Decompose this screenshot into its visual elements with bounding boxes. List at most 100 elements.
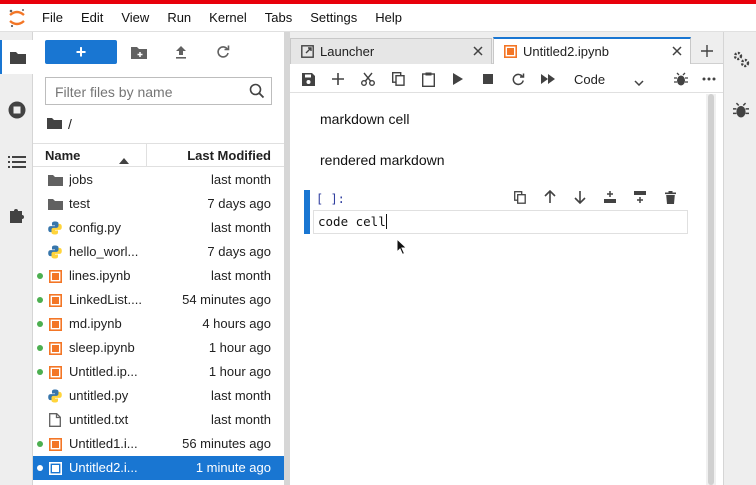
left-sidebar-tabs bbox=[0, 32, 33, 485]
file-modified: 4 hours ago bbox=[202, 316, 271, 331]
cell-type-select[interactable]: Code bbox=[574, 69, 658, 89]
main-dock-area: Launcher Untitled2.ipynb Code markdown c… bbox=[290, 32, 723, 485]
running-indicator bbox=[37, 369, 43, 375]
fast-forward-icon[interactable] bbox=[537, 69, 559, 89]
close-icon[interactable] bbox=[472, 45, 484, 57]
folder-icon[interactable] bbox=[0, 40, 33, 74]
code-cell[interactable]: [ ]: code cell bbox=[304, 190, 688, 234]
notebook-scrollbar[interactable] bbox=[706, 94, 716, 485]
file-row[interactable]: hello_worl... 7 days ago bbox=[33, 240, 284, 264]
running-indicator bbox=[37, 441, 43, 447]
running-indicator bbox=[37, 321, 43, 327]
insert-below-icon[interactable] bbox=[630, 186, 650, 208]
menu-view[interactable]: View bbox=[112, 4, 158, 32]
file-row[interactable]: Untitled.ip... 1 hour ago bbox=[33, 360, 284, 384]
file-name: md.ipynb bbox=[69, 316, 122, 331]
notebook-icon bbox=[47, 364, 63, 380]
running-icon[interactable] bbox=[0, 93, 33, 127]
file-row[interactable]: jobs last month bbox=[33, 168, 284, 192]
file-name: sleep.ipynb bbox=[69, 340, 135, 355]
menu-file[interactable]: File bbox=[33, 4, 72, 32]
copy-icon[interactable] bbox=[387, 69, 409, 89]
code-editor[interactable]: code cell bbox=[313, 210, 688, 234]
menu-settings[interactable]: Settings bbox=[301, 4, 366, 32]
file-name: Untitled2.i... bbox=[69, 460, 138, 475]
menu-tabs[interactable]: Tabs bbox=[256, 4, 301, 32]
property-inspector-icon[interactable] bbox=[724, 42, 756, 76]
restart-icon[interactable] bbox=[507, 69, 529, 89]
markdown-cell[interactable]: rendered markdown bbox=[320, 152, 445, 168]
tab-launcher[interactable]: Launcher bbox=[290, 38, 492, 64]
file-row[interactable]: lines.ipynb last month bbox=[33, 264, 284, 288]
markdown-cell[interactable]: markdown cell bbox=[320, 111, 409, 127]
file-modified: last month bbox=[211, 172, 271, 187]
text-file-icon bbox=[47, 412, 63, 428]
scrollbar-thumb[interactable] bbox=[708, 94, 714, 485]
file-row[interactable]: Untitled1.i... 56 minutes ago bbox=[33, 432, 284, 456]
add-tab-icon[interactable] bbox=[694, 38, 720, 64]
file-name: test bbox=[69, 196, 90, 211]
search-icon[interactable] bbox=[249, 83, 265, 102]
new-folder-icon[interactable] bbox=[128, 42, 150, 62]
home-folder-icon[interactable] bbox=[47, 116, 62, 132]
text-cursor bbox=[385, 214, 387, 229]
file-modified: 56 minutes ago bbox=[182, 436, 271, 451]
move-down-icon[interactable] bbox=[570, 186, 590, 208]
menu-edit[interactable]: Edit bbox=[72, 4, 112, 32]
cut-icon[interactable] bbox=[357, 69, 379, 89]
active-cell-indicator bbox=[304, 190, 310, 234]
file-row[interactable]: untitled.py last month bbox=[33, 384, 284, 408]
save-icon[interactable] bbox=[297, 69, 319, 89]
paste-icon[interactable] bbox=[417, 69, 439, 89]
notebook-icon bbox=[47, 316, 63, 332]
python-icon bbox=[47, 388, 63, 404]
breadcrumb-root[interactable]: / bbox=[68, 116, 72, 132]
code-text: code cell bbox=[318, 214, 387, 229]
breadcrumb: / bbox=[47, 114, 72, 134]
file-row[interactable]: md.ipynb 4 hours ago bbox=[33, 312, 284, 336]
folder-icon bbox=[47, 172, 63, 188]
file-row[interactable]: config.py last month bbox=[33, 216, 284, 240]
menu-kernel[interactable]: Kernel bbox=[200, 4, 256, 32]
toc-icon[interactable] bbox=[0, 145, 33, 179]
tab-untitled2[interactable]: Untitled2.ipynb bbox=[493, 37, 691, 64]
close-icon[interactable] bbox=[671, 45, 683, 57]
filter-files-input[interactable] bbox=[55, 83, 240, 101]
delete-cell-icon[interactable] bbox=[660, 186, 680, 208]
new-launcher-button[interactable]: + bbox=[45, 40, 117, 64]
tab-launcher-label: Launcher bbox=[320, 44, 375, 59]
jupyter-logo-icon bbox=[0, 4, 33, 32]
file-name: Untitled.ip... bbox=[69, 364, 138, 379]
menu-run[interactable]: Run bbox=[158, 4, 200, 32]
move-up-icon[interactable] bbox=[540, 186, 560, 208]
file-row[interactable]: Untitled2.i... 1 minute ago bbox=[33, 456, 284, 480]
cell-toolbar bbox=[510, 186, 680, 208]
file-row[interactable]: untitled.txt last month bbox=[33, 408, 284, 432]
debugger-icon[interactable] bbox=[670, 69, 692, 89]
notebook-icon bbox=[47, 340, 63, 356]
python-icon bbox=[47, 244, 63, 260]
file-row[interactable]: sleep.ipynb 1 hour ago bbox=[33, 336, 284, 360]
file-row[interactable]: LinkedList.... 54 minutes ago bbox=[33, 288, 284, 312]
more-icon[interactable] bbox=[698, 69, 720, 89]
run-icon[interactable] bbox=[447, 69, 469, 89]
column-divider[interactable] bbox=[146, 144, 147, 166]
menu-help[interactable]: Help bbox=[366, 4, 411, 32]
duplicate-cell-icon[interactable] bbox=[510, 186, 530, 208]
running-indicator bbox=[37, 273, 43, 279]
file-name: untitled.txt bbox=[69, 412, 129, 427]
stop-icon[interactable] bbox=[477, 69, 499, 89]
last-modified-column-header[interactable]: Last Modified bbox=[187, 148, 271, 163]
insert-above-icon[interactable] bbox=[600, 186, 620, 208]
file-browser-panel: + / Name Last Modified jobs last month tes… bbox=[33, 32, 284, 485]
running-indicator bbox=[37, 297, 43, 303]
refresh-icon[interactable] bbox=[212, 42, 234, 62]
upload-icon[interactable] bbox=[170, 42, 192, 62]
add-cell-icon[interactable] bbox=[327, 69, 349, 89]
name-column-header[interactable]: Name bbox=[45, 148, 80, 163]
file-modified: 7 days ago bbox=[207, 244, 271, 259]
file-row[interactable]: test 7 days ago bbox=[33, 192, 284, 216]
extension-icon[interactable] bbox=[0, 198, 33, 232]
file-modified: last month bbox=[211, 268, 271, 283]
debugger-panel-icon[interactable] bbox=[724, 93, 756, 127]
